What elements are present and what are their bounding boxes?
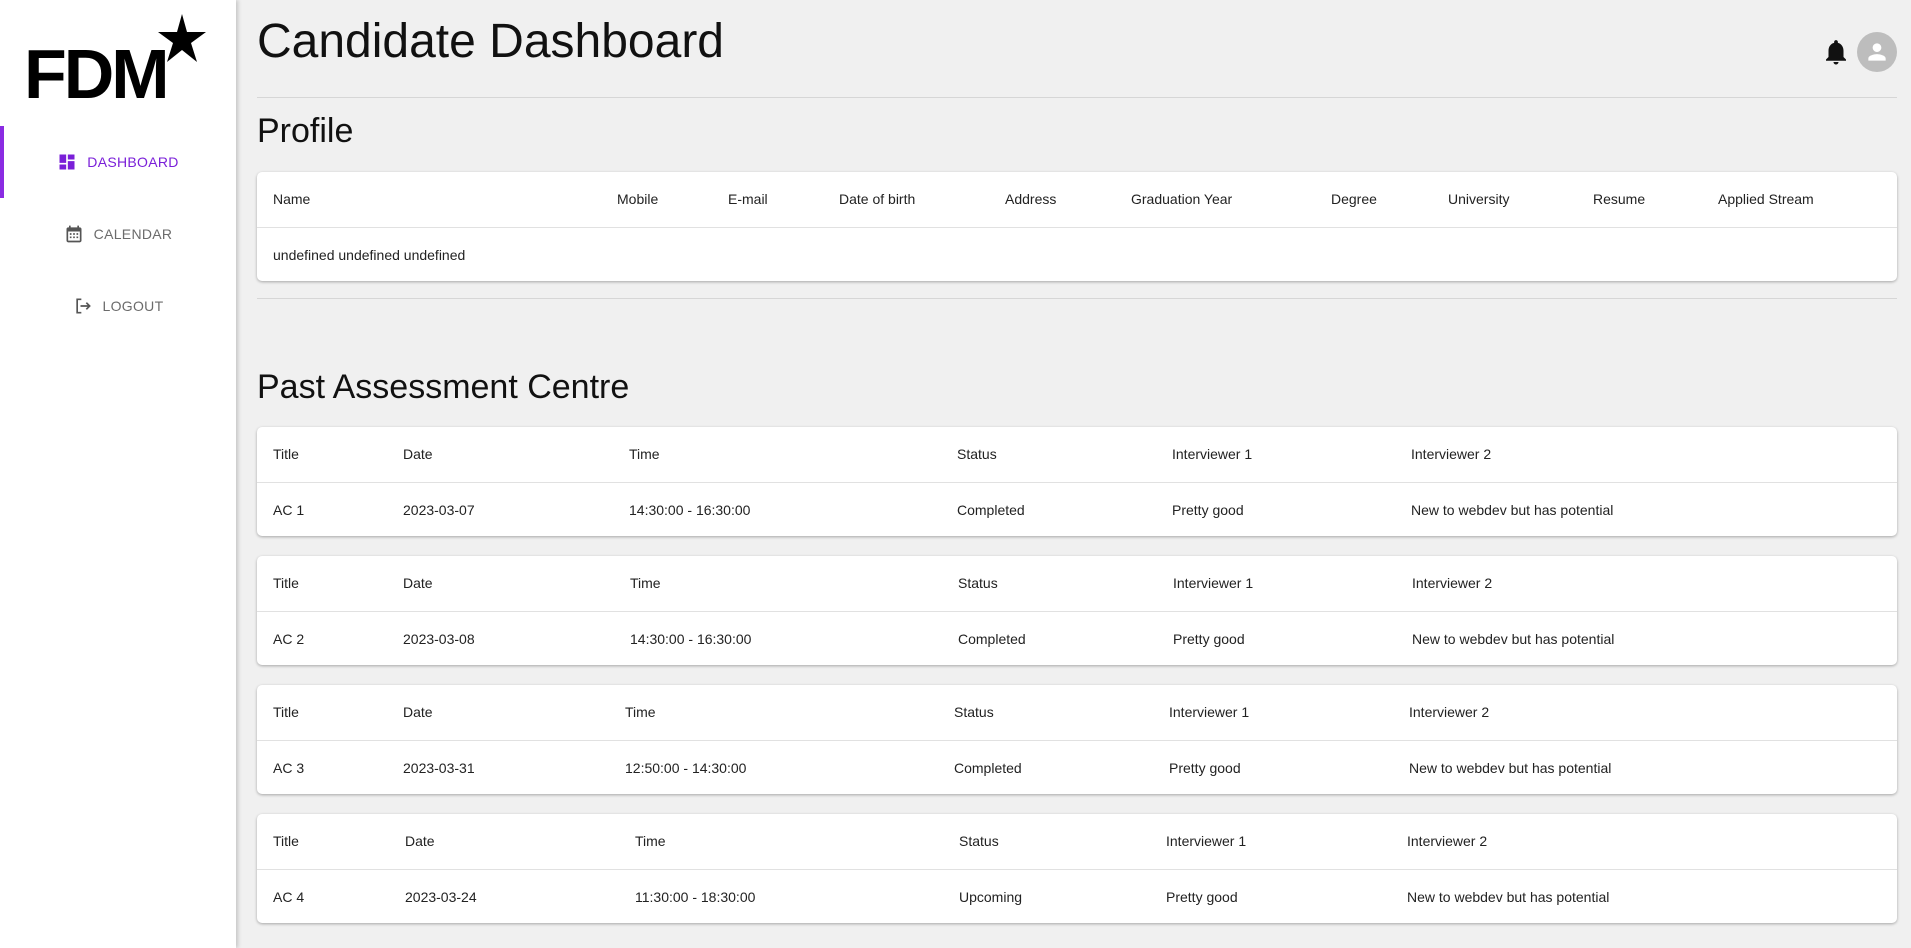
assessment-card: Title Date Time Status Interviewer 1 Int… (257, 685, 1897, 794)
sidebar-item-calendar[interactable]: CALENDAR (0, 198, 236, 270)
title-cell: AC 1 (273, 502, 305, 518)
column-header: Interviewer 1 (1173, 575, 1254, 591)
status-cell: Completed (954, 760, 1022, 776)
interviewer-1-cell: Pretty good (1172, 502, 1244, 518)
column-header: Graduation Year (1131, 191, 1233, 207)
column-header: Interviewer 1 (1169, 704, 1250, 720)
interviewer-2-cell: New to webdev but has potential (1411, 502, 1614, 518)
column-header: Degree (1331, 191, 1377, 207)
column-header: University (1448, 191, 1510, 207)
column-header: Title (273, 833, 299, 849)
status-cell: Completed (958, 631, 1026, 647)
column-header: Time (630, 575, 661, 591)
column-header: Status (959, 833, 999, 849)
table-header-row: Title Date Time Status Interviewer 1 Int… (257, 814, 1897, 870)
interviewer-2-cell: New to webdev but has potential (1409, 760, 1612, 776)
table-header-row: Title Date Time Status Interviewer 1 Int… (257, 556, 1897, 612)
title-cell: AC 4 (273, 889, 305, 905)
past-assessment-title: Past Assessment Centre (257, 368, 630, 406)
sidebar-item-label: LOGOUT (102, 298, 164, 314)
column-header: Mobile (617, 191, 659, 207)
date-cell: 2023-03-31 (403, 760, 475, 776)
time-cell: 14:30:00 - 16:30:00 (629, 502, 751, 518)
column-header: Time (625, 704, 656, 720)
calendar-icon (66, 225, 82, 243)
table-row: AC 2 2023-03-08 14:30:00 - 16:30:00 Comp… (257, 612, 1897, 665)
table-header-row: Title Date Time Status Interviewer 1 Int… (257, 685, 1897, 741)
page-title: Candidate Dashboard (257, 15, 724, 68)
table-header-row: Title Date Time Status Interviewer 1 Int… (257, 427, 1897, 483)
sidebar-item-logout[interactable]: LOGOUT (0, 270, 236, 342)
column-header: Title (273, 704, 299, 720)
column-header: Date of birth (839, 191, 916, 207)
profile-table: Name Mobile E-mail Date of birth Address… (257, 172, 1897, 281)
sidebar: FDM DASHBOARD CALENDAR LOGOUT (0, 0, 236, 948)
date-cell: 2023-03-07 (403, 502, 475, 518)
column-header: Status (954, 704, 994, 720)
logout-icon (75, 298, 91, 314)
table-row: AC 3 2023-03-31 12:50:00 - 14:30:00 Comp… (257, 741, 1897, 794)
column-header: Title (273, 575, 299, 591)
section-divider (257, 298, 1897, 299)
date-cell: 2023-03-08 (403, 631, 475, 647)
column-header: E-mail (728, 191, 768, 207)
interviewer-1-cell: Pretty good (1166, 889, 1238, 905)
column-header: Date (403, 575, 433, 591)
title-cell: AC 2 (273, 631, 305, 647)
column-header: Time (629, 446, 660, 462)
sidebar-item-label: DASHBOARD (87, 154, 179, 170)
interviewer-2-cell: New to webdev but has potential (1407, 889, 1610, 905)
header-divider (257, 97, 1897, 98)
time-cell: 12:50:00 - 14:30:00 (625, 760, 747, 776)
column-header: Interviewer 2 (1412, 575, 1493, 591)
table-row: AC 1 2023-03-07 14:30:00 - 16:30:00 Comp… (257, 483, 1897, 536)
interviewer-2-cell: New to webdev but has potential (1412, 631, 1615, 647)
assessment-card: Title Date Time Status Interviewer 1 Int… (257, 427, 1897, 536)
column-header: Status (958, 575, 998, 591)
avatar-icon (1868, 43, 1886, 61)
topbar-icons (1821, 32, 1897, 72)
assessment-card: Title Date Time Status Interviewer 1 Int… (257, 556, 1897, 665)
column-header: Interviewer 1 (1172, 446, 1253, 462)
column-header: Interviewer 2 (1409, 704, 1490, 720)
table-row: AC 4 2023-03-24 11:30:00 - 18:30:00 Upco… (257, 870, 1897, 923)
table-header-row: Name Mobile E-mail Date of birth Address… (257, 172, 1897, 228)
fdm-logo: FDM (24, 12, 208, 113)
interviewer-1-cell: Pretty good (1173, 631, 1245, 647)
column-header: Address (1005, 191, 1057, 207)
assessment-card: Title Date Time Status Interviewer 1 Int… (257, 814, 1897, 923)
profile-name-cell: undefined undefined undefined (273, 247, 466, 263)
column-header: Date (403, 704, 433, 720)
status-cell: Upcoming (959, 889, 1023, 905)
sidebar-item-label: CALENDAR (93, 226, 173, 242)
column-header: Status (957, 446, 997, 462)
column-header: Title (273, 446, 299, 462)
column-header: Resume (1593, 191, 1646, 207)
column-header: Name (273, 191, 311, 207)
column-header: Interviewer 1 (1166, 833, 1247, 849)
time-cell: 14:30:00 - 16:30:00 (630, 631, 752, 647)
column-header: Applied Stream (1718, 191, 1814, 207)
bell-icon[interactable] (1821, 37, 1851, 67)
avatar[interactable] (1857, 32, 1897, 72)
column-header: Date (405, 833, 435, 849)
status-cell: Completed (957, 502, 1025, 518)
table-row: undefined undefined undefined (257, 228, 1897, 281)
time-cell: 11:30:00 - 18:30:00 (635, 889, 756, 905)
interviewer-1-cell: Pretty good (1169, 760, 1241, 776)
title-cell: AC 3 (273, 760, 305, 776)
column-header: Interviewer 2 (1407, 833, 1488, 849)
main-content: Candidate Dashboard Profile Name Mobile … (257, 0, 1897, 948)
column-header: Time (635, 833, 666, 849)
sidebar-item-dashboard[interactable]: DASHBOARD (0, 126, 236, 198)
date-cell: 2023-03-24 (405, 889, 477, 905)
svg-text:FDM: FDM (24, 35, 167, 102)
dashboard-icon (59, 154, 75, 170)
profile-title: Profile (257, 112, 354, 150)
column-header: Interviewer 2 (1411, 446, 1492, 462)
column-header: Date (403, 446, 433, 462)
